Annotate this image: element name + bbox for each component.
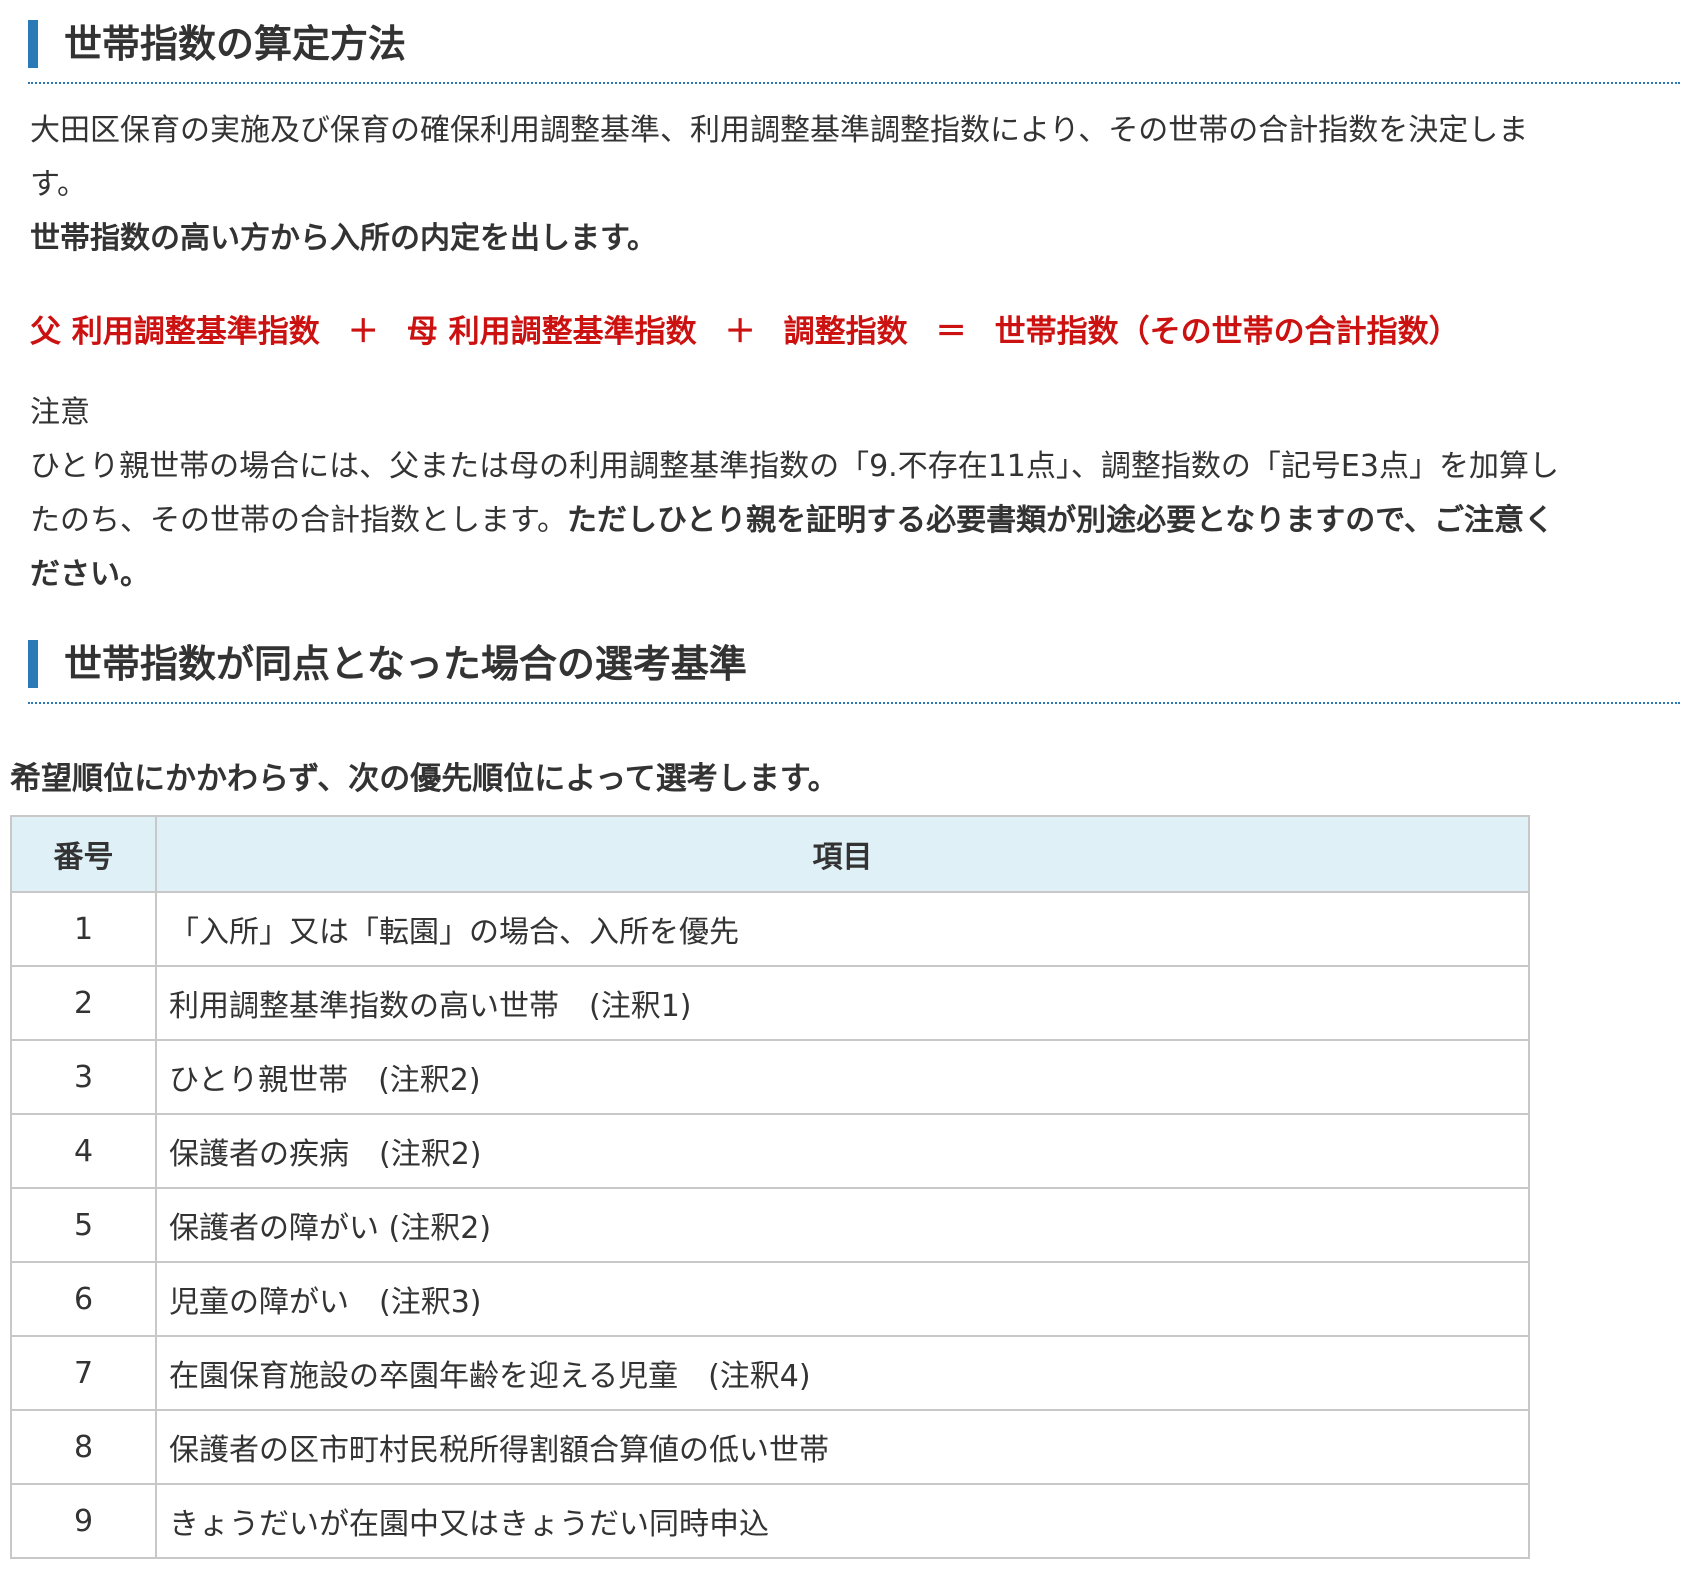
row-item: きょうだいが在園中又はきょうだい同時申込: [155, 1483, 1530, 1559]
row-item: 利用調整基準指数の高い世帯 (注釈1): [155, 965, 1530, 1041]
table-header-row: 番号 項目: [10, 815, 1530, 893]
index-formula: 父 利用調整基準指数 ＋ 母 利用調整基準指数 ＋ 調整指数 ＝ 世帯指数（その世帯の合計指…: [30, 302, 1670, 362]
formula-result: 世帯指数（その世帯の合計指数）: [994, 314, 1460, 350]
row-item: 保護者の区市町村民税所得割額合算値の低い世帯: [155, 1409, 1530, 1485]
note-line-2-normal: たのち、その世帯の合計指数とします。: [30, 503, 567, 538]
row-number: 1: [10, 891, 157, 967]
row-item: 保護者の障がい (注釈2): [155, 1187, 1530, 1263]
formula-mother-term: 母 利用調整基準指数: [406, 314, 697, 350]
formula-father-term: 父 利用調整基準指数: [30, 314, 320, 350]
table-row: 2 利用調整基準指数の高い世帯 (注釈1): [10, 965, 1530, 1041]
note-line-2-bold: ただしひとり親を証明する必要書類が別途必要となりますので、ご注意く: [567, 503, 1554, 538]
section-heading-calculation: 世帯指数の算定方法: [28, 0, 1680, 84]
section-heading-tiebreak: 世帯指数が同点となった場合の選考基準: [28, 620, 1680, 704]
header-item: 項目: [155, 815, 1530, 893]
header-number: 番号: [10, 815, 157, 893]
intro-bold-line: 世帯指数の高い方から入所の内定を出します。: [30, 221, 657, 256]
row-item: 「入所」又は「転園」の場合、入所を優先: [155, 891, 1530, 967]
formula-plus-1: ＋: [347, 314, 379, 350]
formula-equals: ＝: [935, 314, 967, 350]
row-number: 3: [10, 1039, 157, 1115]
heading-accent-bar: [28, 20, 38, 68]
row-item: 在園保育施設の卒園年齢を迎える児童 (注釈4): [155, 1335, 1530, 1411]
row-number: 6: [10, 1261, 157, 1337]
note-label: 注意: [30, 395, 90, 430]
row-item: 児童の障がい (注釈3): [155, 1261, 1530, 1337]
note-line-2: たのち、その世帯の合計指数とします。ただしひとり親を証明する必要書類が別途必要と…: [30, 494, 1670, 548]
tiebreak-lead: 希望順位にかかわらず、次の優先順位によって選考します。: [10, 761, 839, 797]
row-number: 7: [10, 1335, 157, 1411]
intro-line-1: 大田区保育の実施及び保育の確保利用調整基準、利用調整基準調整指数により、その世帯…: [30, 113, 1529, 148]
row-number: 5: [10, 1187, 157, 1263]
formula-adjustment-term: 調整指数: [783, 314, 908, 350]
heading-accent-bar: [28, 640, 38, 688]
note-line-1: ひとり親世帯の場合には、父または母の利用調整基準指数の「9.不存在11点」、調整…: [30, 449, 1559, 484]
intro-line-2: す。: [30, 167, 87, 202]
note-paragraph: 注意 ひとり親世帯の場合には、父または母の利用調整基準指数の「9.不存在11点」…: [30, 386, 1670, 602]
row-number: 9: [10, 1483, 157, 1559]
table-row: 4 保護者の疾病 (注釈2): [10, 1113, 1530, 1189]
table-row: 8 保護者の区市町村民税所得割額合算値の低い世帯: [10, 1409, 1530, 1485]
table-row: 7 在園保育施設の卒園年齢を迎える児童 (注釈4): [10, 1335, 1530, 1411]
priority-table: 番号 項目 1 「入所」又は「転園」の場合、入所を優先 2 利用調整基準指数の高い世…: [10, 815, 1530, 1559]
table-row: 3 ひとり親世帯 (注釈2): [10, 1039, 1530, 1115]
table-row: 9 きょうだいが在園中又はきょうだい同時申込: [10, 1483, 1530, 1559]
formula-plus-2: ＋: [724, 314, 756, 350]
table-row: 6 児童の障がい (注釈3): [10, 1261, 1530, 1337]
row-item: ひとり親世帯 (注釈2): [155, 1039, 1530, 1115]
heading-title: 世帯指数の算定方法: [64, 22, 407, 66]
table-row: 5 保護者の障がい (注釈2): [10, 1187, 1530, 1263]
intro-paragraph: 大田区保育の実施及び保育の確保利用調整基準、利用調整基準調整指数により、その世帯…: [30, 104, 1670, 266]
row-number: 2: [10, 965, 157, 1041]
note-line-3-bold: ださい。: [30, 557, 150, 592]
row-number: 8: [10, 1409, 157, 1485]
table-row: 1 「入所」又は「転園」の場合、入所を優先: [10, 891, 1530, 967]
row-number: 4: [10, 1113, 157, 1189]
page: 世帯指数の算定方法 大田区保育の実施及び保育の確保利用調整基準、利用調整基準調整…: [0, 0, 1688, 1589]
row-item: 保護者の疾病 (注釈2): [155, 1113, 1530, 1189]
heading-title: 世帯指数が同点となった場合の選考基準: [64, 642, 747, 686]
